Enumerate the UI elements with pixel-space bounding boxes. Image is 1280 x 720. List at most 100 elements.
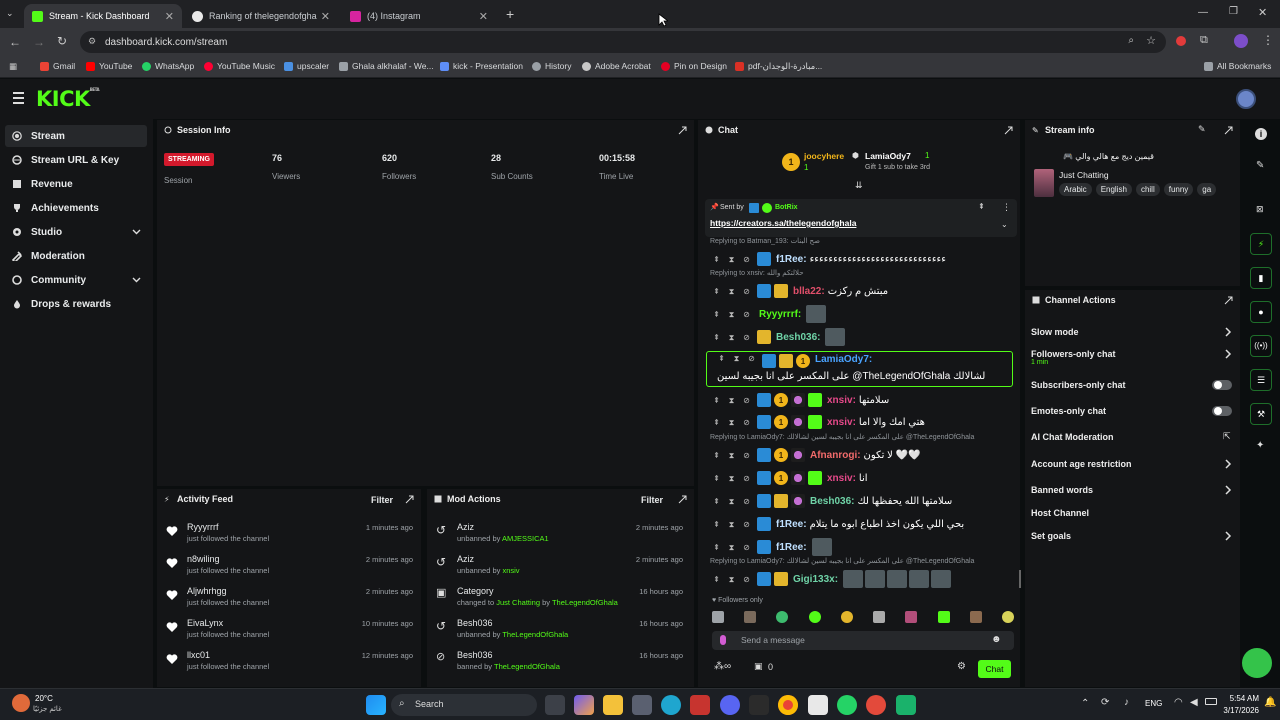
sidebar-item-stream[interactable]: Stream: [5, 125, 147, 147]
pencil-icon[interactable]: ✎: [1256, 160, 1264, 171]
chat-message[interactable]: ⇞ ⧗ ⊘ f1Ree: بحي اللي يكون اخذ اطباع ابوه ما…: [712, 515, 964, 533]
channel-action-followers-only-chat[interactable]: Followers-only chat 1 min: [1031, 349, 1116, 366]
bookmark-adobe-acrobat[interactable]: Adobe Acrobat: [582, 61, 651, 71]
popout-icon[interactable]: [405, 495, 414, 504]
info-icon[interactable]: i: [1255, 128, 1267, 140]
pin-action-icon[interactable]: ⇞: [712, 451, 721, 460]
pin-action-icon[interactable]: ⇞: [712, 396, 721, 405]
profile-avatar[interactable]: [1234, 34, 1248, 48]
timeout-action-icon[interactable]: ⧗: [727, 287, 736, 296]
sidebar-item-studio[interactable]: Studio: [5, 221, 147, 243]
close-tab-icon[interactable]: ✕: [165, 10, 174, 23]
gift-icon[interactable]: ▣: [754, 661, 763, 672]
file-icon[interactable]: [808, 695, 828, 715]
channel-action-host-channel[interactable]: Host Channel: [1031, 508, 1089, 518]
chevron-right-icon[interactable]: [1224, 459, 1232, 469]
maximize-window-button[interactable]: ❐: [1229, 6, 1238, 17]
pin-action-icon[interactable]: ⇞: [712, 474, 721, 483]
chat-username[interactable]: f1Ree:: [776, 254, 807, 265]
chevron-right-icon[interactable]: [1224, 327, 1232, 337]
sidebar-item-moderation[interactable]: Moderation: [5, 245, 147, 267]
chevron-right-icon[interactable]: [1224, 485, 1232, 495]
chat-message[interactable]: ⇞ ⧗ ⊘ Besh036:: [712, 328, 846, 346]
input-language[interactable]: ENG: [1145, 699, 1162, 708]
tray-icon[interactable]: ⟳: [1101, 697, 1109, 708]
sidebar-item-achievements[interactable]: Achievements: [5, 197, 147, 219]
timeout-action-icon[interactable]: ⧗: [732, 354, 741, 363]
bookmark-gmail[interactable]: Gmail: [40, 61, 75, 71]
filter-button[interactable]: Filter: [371, 495, 393, 505]
chevron-right-icon[interactable]: [1224, 531, 1232, 541]
reply-context[interactable]: Replying to LamiaOdy7: على المكسر على ان…: [710, 433, 974, 441]
more-options-icon[interactable]: ⋮: [1002, 202, 1011, 213]
channel-action-account-age-restriction[interactable]: Account age restriction: [1031, 459, 1132, 469]
channel-action-set-goals[interactable]: Set goals: [1031, 531, 1071, 541]
emote-icon[interactable]: [969, 611, 982, 623]
ban-action-icon[interactable]: ⊘: [742, 474, 751, 483]
ban-action-icon[interactable]: ⊘: [742, 451, 751, 460]
extensions-puzzle-icon[interactable]: ⧉: [1200, 34, 1208, 47]
external-link-icon[interactable]: ⇱: [1223, 431, 1231, 442]
chat-username[interactable]: blla22:: [793, 286, 825, 297]
chat-message[interactable]: ⇞ ⧗ ⊘ 1 xnsiv: انا: [712, 469, 868, 487]
discord-icon[interactable]: [720, 695, 740, 715]
popout-icon[interactable]: [1224, 296, 1233, 305]
support-chat-button[interactable]: [1242, 648, 1272, 678]
microphone-icon[interactable]: ♪: [1124, 697, 1129, 708]
ban-action-icon[interactable]: ⊘: [747, 354, 756, 363]
battery-icon[interactable]: [1205, 698, 1217, 705]
ban-action-icon[interactable]: ⊘: [742, 497, 751, 506]
expand-icon[interactable]: ⌄: [1001, 220, 1008, 229]
chevron-down-icon[interactable]: [132, 227, 141, 236]
ban-action-icon[interactable]: ⊘: [742, 418, 751, 427]
infinity-icon[interactable]: ⁂∞: [714, 661, 731, 672]
chevron-right-icon[interactable]: [1224, 349, 1232, 359]
chat-message[interactable]: ⇞ ⧗ ⊘ 1 xnsiv: هتي امك والا اما: [712, 413, 925, 431]
apps-grid-icon[interactable]: ▦: [9, 61, 17, 72]
emote-icon[interactable]: [873, 611, 886, 623]
timeout-action-icon[interactable]: ⧗: [727, 396, 736, 405]
toggle-switch[interactable]: [1212, 380, 1232, 390]
tab-instagram[interactable]: (4) Instagram ✕: [342, 4, 496, 28]
sidebar-item-revenue[interactable]: Revenue: [5, 173, 147, 195]
show-hidden-icons[interactable]: ⌃: [1081, 698, 1089, 709]
volume-icon[interactable]: ◀: [1190, 697, 1198, 708]
chat-message[interactable]: ⇞ ⧗ ⊘ 1 xnsiv: سلامتها: [712, 391, 889, 409]
task-view-icon[interactable]: [545, 695, 565, 715]
chat-message[interactable]: ⇞ ⧗ ⊘ blla22: مبتش م ركزت: [712, 282, 888, 300]
sidebar-item-community[interactable]: Community: [5, 269, 147, 291]
tab-search-button[interactable]: ⌄: [6, 8, 18, 20]
taskbar-search[interactable]: ⌕ Search: [391, 694, 537, 716]
chat-username[interactable]: Gigi133x:: [793, 574, 838, 585]
chat-message[interactable]: ⇞ ⧗ ⊘ Ryyyrrrf:: [712, 305, 827, 323]
timeout-action-icon[interactable]: ⧗: [727, 575, 736, 584]
whatsapp-icon[interactable]: [837, 695, 857, 715]
emote-icon[interactable]: [712, 611, 724, 623]
chevron-down-icon[interactable]: [132, 275, 141, 284]
emote-icon[interactable]: [1001, 611, 1014, 623]
store-icon[interactable]: [632, 695, 652, 715]
ban-action-icon[interactable]: ⊘: [742, 255, 751, 264]
pin-action-icon[interactable]: ⇞: [712, 255, 721, 264]
close-tab-icon[interactable]: ✕: [321, 10, 330, 23]
clock-time[interactable]: 5:54 AM: [1221, 694, 1259, 703]
emoji-picker-icon[interactable]: ☻: [991, 634, 1002, 645]
chat-username[interactable]: f1Ree:: [776, 542, 807, 553]
ban-action-icon[interactable]: ⊘: [742, 575, 751, 584]
reload-icon[interactable]: ↻: [57, 34, 67, 48]
emote-icon[interactable]: [937, 611, 950, 623]
extension-icon[interactable]: [1176, 36, 1186, 46]
pin-action-icon[interactable]: ⇞: [712, 287, 721, 296]
all-bookmarks[interactable]: All Bookmarks: [1204, 61, 1271, 71]
tab-kick-dashboard[interactable]: Stream - Kick Dashboard ✕: [24, 4, 182, 28]
kick-logo[interactable]: KICKBETA: [36, 87, 100, 111]
emote-icon[interactable]: [808, 611, 821, 623]
chat-username[interactable]: xnsiv:: [827, 395, 856, 406]
chat-message[interactable]: ⇞ ⧗ ⊘ Gigi133x:: [712, 570, 952, 588]
pin-action-icon[interactable]: ⇞: [712, 310, 721, 319]
close-tab-icon[interactable]: ✕: [479, 10, 488, 23]
record-icon[interactable]: ⊠: [1256, 204, 1264, 215]
chat-username[interactable]: Afnanrogi:: [810, 450, 861, 461]
pin-action-icon[interactable]: ⇞: [717, 354, 726, 363]
ban-action-icon[interactable]: ⊘: [742, 520, 751, 529]
